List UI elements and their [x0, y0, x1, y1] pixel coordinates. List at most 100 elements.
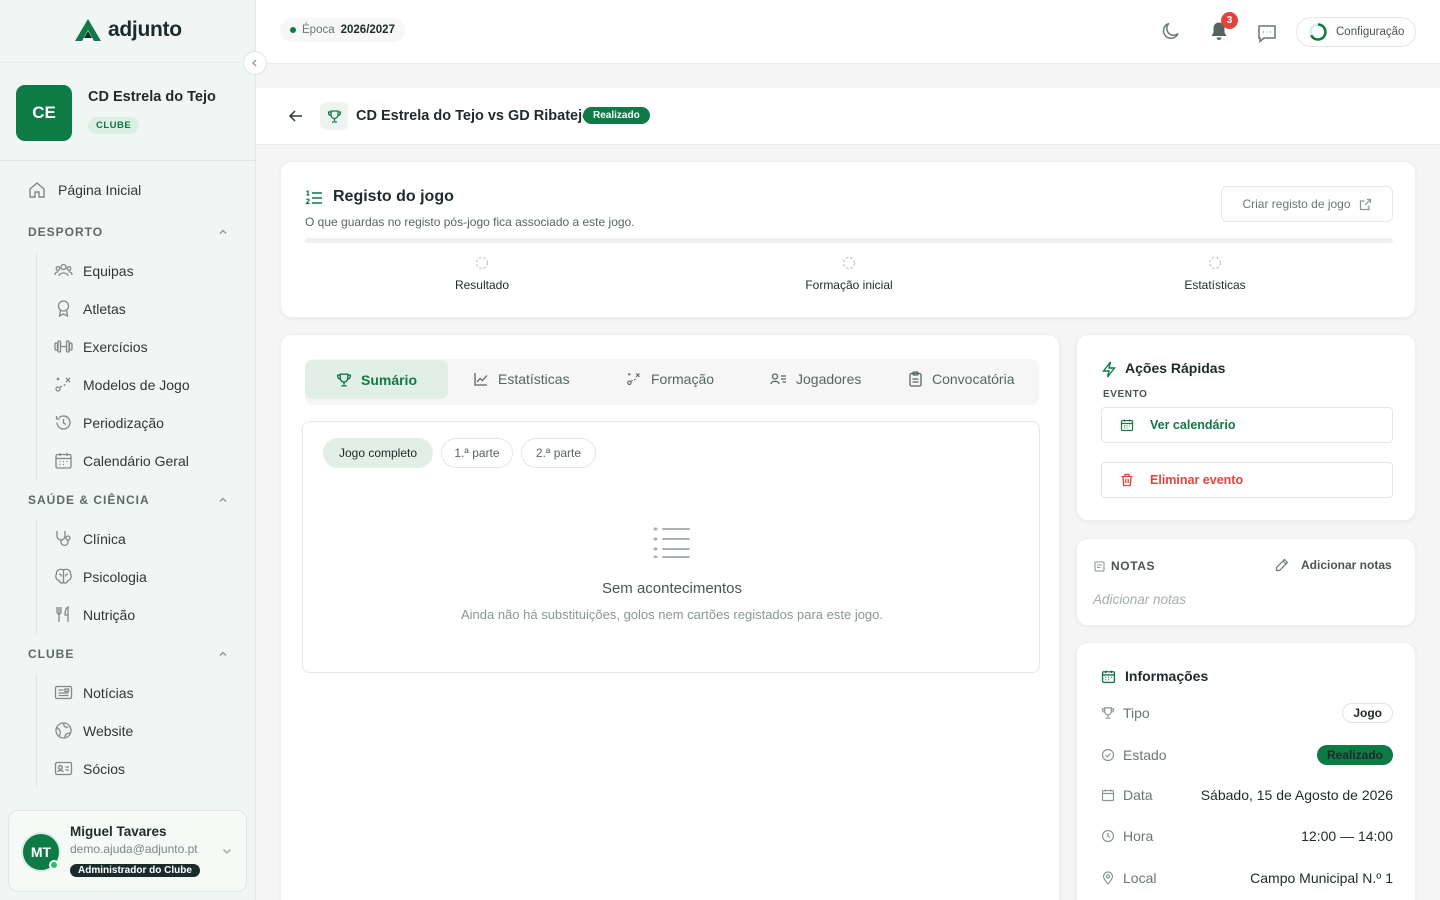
sidebar-item-label: Modelos de Jogo: [83, 376, 190, 393]
delete-event-button[interactable]: Eliminar evento: [1101, 462, 1393, 498]
sidebar-item-modelos-de-jogo[interactable]: Modelos de Jogo: [54, 375, 190, 394]
sidebar-item-label: Equipas: [83, 262, 134, 279]
record-progress-bar: [305, 238, 1393, 243]
calendar-icon: [1120, 419, 1134, 432]
game-record-subtitle: O que guardas no registo pós-jogo fica a…: [305, 215, 635, 229]
section-saude-ciencia[interactable]: SAÚDE & CIÊNCIA: [28, 493, 228, 507]
calendar-icon: [1101, 670, 1116, 684]
step-label: Estatísticas: [1184, 278, 1246, 292]
moon-icon[interactable]: [1160, 20, 1182, 42]
club-avatar: CE: [16, 85, 72, 141]
create-game-record-label: Criar registo de jogo: [1242, 197, 1351, 211]
section-guide: [36, 252, 37, 480]
event-date: Sábado, 15 de Agosto de 2026: [1200, 787, 1393, 803]
globe-icon: [55, 722, 72, 739]
section-guide: [36, 520, 37, 634]
info-card: Informações Tipo Jogo Estado Realizado D…: [1076, 642, 1416, 900]
page-title: CD Estrela do Tejo vs GD Ribatejo: [356, 108, 592, 124]
info-row-estado: Estado Realizado: [1101, 745, 1393, 765]
configuration-label: Configuração: [1336, 26, 1405, 38]
event-type-icon: [320, 102, 348, 130]
collapse-sidebar-button[interactable]: [243, 51, 267, 75]
dashed-circle-icon: [1208, 256, 1222, 270]
brand-logo[interactable]: adjunto: [74, 18, 182, 42]
sidebar-item-label: Website: [83, 722, 134, 739]
list-ordered-icon: [305, 190, 322, 205]
section-desporto[interactable]: DESPORTO: [28, 225, 228, 239]
brand-name: adjunto: [108, 18, 182, 41]
quick-actions-title: Ações Rápidas: [1125, 360, 1226, 376]
sidebar-item-label: Sócios: [83, 760, 126, 777]
sidebar-item-periodizacao[interactable]: Periodização: [54, 413, 164, 432]
newspaper-icon: [54, 685, 73, 700]
filter-full-game[interactable]: Jogo completo: [323, 438, 433, 468]
sidebar-item-nutricao[interactable]: Nutrição: [54, 605, 135, 624]
line-chart-icon: [474, 373, 488, 386]
sidebar-item-noticias[interactable]: Notícias: [54, 683, 134, 702]
notes-card: NOTAS Adicionar notas Adicionar notas: [1076, 538, 1416, 626]
sidebar-item-clinica[interactable]: Clínica: [54, 529, 126, 548]
home-icon: [29, 182, 45, 198]
status-badge: Realizado: [1316, 745, 1393, 765]
info-label: Tipo: [1123, 705, 1150, 721]
notes-title: NOTAS: [1111, 559, 1156, 573]
create-game-record-button[interactable]: Criar registo de jogo: [1221, 186, 1393, 222]
sidebar-item-label: Psicologia: [83, 568, 147, 585]
chevron-up-icon: [219, 651, 227, 656]
step-estatisticas: Estatísticas: [1115, 256, 1315, 292]
sidebar-item-label: Nutrição: [83, 606, 136, 623]
section-clube[interactable]: CLUBE: [28, 647, 228, 661]
info-label: Hora: [1123, 828, 1154, 844]
tactics-icon: [55, 377, 71, 392]
notification-count-badge: 3: [1221, 12, 1238, 29]
tab-jogadores[interactable]: Jogadores: [770, 359, 861, 399]
section-guide: [36, 674, 37, 788]
club-switcher[interactable]: CE CD Estrela do Tejo CLUBE: [0, 62, 256, 161]
sidebar-item-label: Exercícios: [83, 338, 148, 355]
events-panel: Jogo completo 1.ª parte 2.ª parte Sem ac…: [302, 421, 1040, 673]
view-calendar-button[interactable]: Ver calendário: [1101, 407, 1393, 443]
filter-first-half[interactable]: 1.ª parte: [441, 438, 513, 468]
notes-placeholder[interactable]: Adicionar notas: [1093, 592, 1186, 607]
tactics-icon: [627, 373, 640, 386]
sidebar-item-psicologia[interactable]: Psicologia: [54, 567, 147, 586]
sidebar-item-exercicios[interactable]: Exercícios: [54, 337, 148, 356]
tab-formacao[interactable]: Formação: [626, 359, 714, 399]
brain-icon: [55, 568, 72, 584]
nav-home[interactable]: Página Inicial: [28, 181, 141, 199]
tab-label: Sumário: [360, 371, 417, 388]
list-icon: [653, 527, 690, 558]
chevron-up-icon: [219, 229, 227, 234]
tab-estatisticas[interactable]: Estatísticas: [473, 359, 570, 399]
tab-sumario[interactable]: Sumário: [305, 360, 448, 399]
event-time: 12:00 — 14:00: [1301, 828, 1393, 844]
filter-second-half[interactable]: 2.ª parte: [521, 438, 596, 468]
sidebar-item-atletas[interactable]: Atletas: [54, 299, 126, 318]
configuration-button[interactable]: Configuração: [1296, 17, 1416, 47]
user-menu[interactable]: MT Miguel Tavares demo.ajuda@adjunto.pt …: [8, 810, 247, 892]
empty-state-title: Sem acontecimentos: [601, 580, 743, 597]
season-value: 2026/2027: [340, 24, 395, 36]
step-resultado: Resultado: [382, 256, 582, 292]
history-icon: [55, 415, 71, 430]
tab-convocatoria[interactable]: Convocatória: [908, 359, 1015, 399]
map-pin-icon: [1102, 871, 1114, 885]
season-selector[interactable]: Época 2026/2027: [280, 18, 405, 42]
info-row-hora: Hora 12:00 — 14:00: [1101, 828, 1393, 844]
info-label: Local: [1123, 870, 1157, 886]
arrow-left-icon[interactable]: [288, 108, 304, 124]
add-notes-button[interactable]: Adicionar notas: [1275, 558, 1392, 572]
season-label: Época: [302, 24, 335, 36]
sidebar-item-website[interactable]: Website: [54, 721, 133, 740]
note-icon: [1094, 561, 1105, 572]
stethoscope-icon: [56, 531, 71, 547]
tab-bar: Sumário Estatísticas Formação Jogadores …: [305, 359, 1039, 405]
message-icon[interactable]: [1256, 22, 1278, 44]
team-icon: [54, 263, 73, 277]
sidebar-item-equipas[interactable]: Equipas: [54, 261, 134, 280]
sidebar-item-socios[interactable]: Sócios: [54, 759, 125, 778]
delete-event-label: Eliminar evento: [1150, 473, 1244, 487]
clipboard-icon: [909, 371, 922, 387]
sidebar: adjunto CE CD Estrela do Tejo CLUBE Pági…: [0, 0, 267, 900]
sidebar-item-calendario-geral[interactable]: Calendário Geral: [54, 451, 189, 470]
